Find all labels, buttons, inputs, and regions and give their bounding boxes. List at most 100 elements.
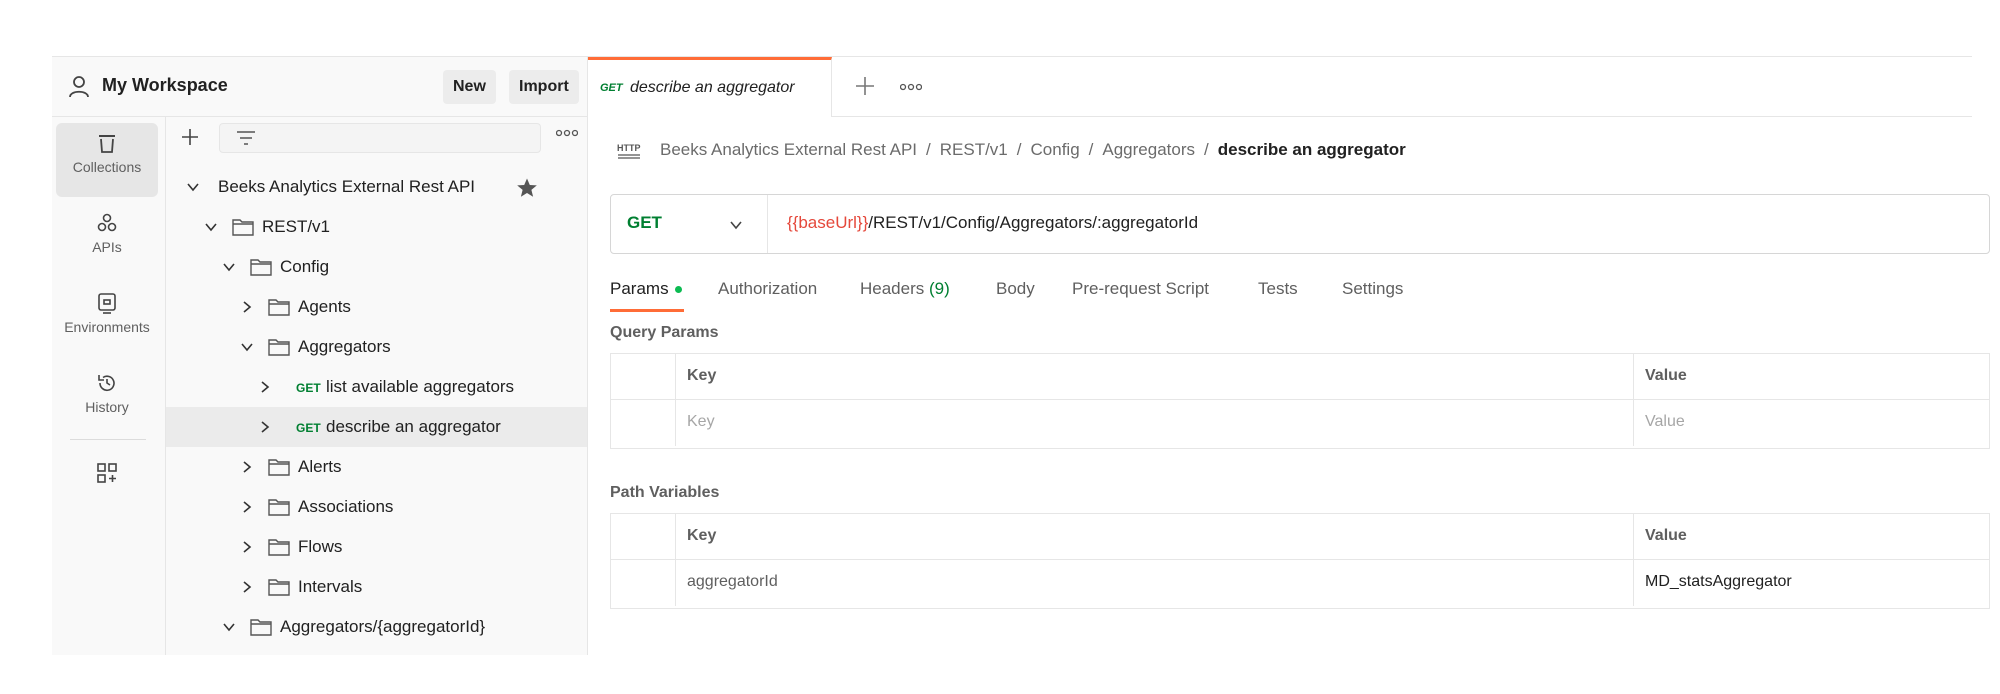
table-row: aggregatorId MD_statsAggregator — [611, 560, 1989, 606]
chevron-down-icon[interactable] — [240, 340, 254, 354]
value-header: Value — [1645, 527, 1687, 544]
workspace-header: My Workspace New Import — [52, 57, 588, 117]
headers-count: (9) — [929, 279, 950, 298]
sidebar-item-collections[interactable]: Collections — [56, 123, 158, 197]
folder-label: Flows — [298, 537, 343, 556]
filter-input[interactable] — [219, 123, 541, 153]
plus-icon[interactable] — [180, 127, 200, 147]
chevron-down-icon[interactable] — [186, 180, 200, 194]
chevron-right-icon[interactable] — [240, 300, 254, 314]
user-icon — [69, 76, 89, 98]
method-select[interactable]: GET — [611, 195, 768, 253]
filter-icon — [237, 131, 255, 145]
breadcrumb-item[interactable]: Aggregators — [1102, 140, 1195, 159]
folder-row[interactable]: REST/v1 — [166, 207, 587, 247]
sidebar-item-label: Environments — [64, 319, 150, 335]
chevron-down-icon[interactable] — [204, 220, 218, 234]
request-row[interactable]: GET list available aggregators — [166, 367, 587, 407]
breadcrumb-current[interactable]: describe an aggregator — [1218, 140, 1406, 159]
tab-prerequest-script[interactable]: Pre-request Script — [1072, 279, 1209, 299]
folder-row[interactable]: Config — [166, 247, 587, 287]
chevron-down-icon[interactable] — [222, 620, 236, 634]
import-button[interactable]: Import — [509, 70, 579, 104]
folder-row[interactable]: Flows — [166, 527, 587, 567]
new-tab-icon[interactable] — [854, 75, 876, 97]
folder-label: Aggregators/{aggregatorId} — [280, 617, 486, 636]
chevron-right-icon[interactable] — [240, 500, 254, 514]
value-column-divider — [1633, 560, 1634, 606]
breadcrumb-item[interactable]: Config — [1031, 140, 1080, 159]
request-row-selected[interactable]: GET describe an aggregator — [166, 407, 587, 447]
query-params-title: Query Params — [610, 324, 719, 341]
tab-body[interactable]: Body — [996, 279, 1035, 299]
folder-icon — [268, 339, 290, 356]
key-header: Key — [687, 527, 717, 544]
url-variable: {{baseUrl}} — [787, 213, 869, 232]
collection-tree: Beeks Analytics External Rest API REST/v… — [166, 117, 588, 655]
folder-row[interactable]: Associations — [166, 487, 587, 527]
table-row: Key Value — [611, 400, 1989, 446]
sidebar-item-environments[interactable]: Environments — [56, 283, 158, 357]
tab-params[interactable]: Params — [610, 279, 682, 299]
folder-row[interactable]: Intervals — [166, 567, 587, 607]
breadcrumb-item[interactable]: Beeks Analytics External Rest API — [660, 140, 917, 159]
rail-divider — [70, 439, 146, 440]
tab-headers-label: Headers — [860, 279, 925, 298]
path-variable-value[interactable]: MD_statsAggregator — [1645, 573, 1792, 591]
folder-row[interactable]: Aggregators — [166, 327, 587, 367]
folder-icon — [232, 219, 254, 236]
add-widget-icon — [97, 463, 117, 483]
tab-describe-aggregator[interactable]: GET describe an aggregator — [588, 57, 832, 117]
chevron-right-icon[interactable] — [240, 580, 254, 594]
chevron-right-icon[interactable] — [258, 380, 272, 394]
breadcrumb-separator: / — [1204, 140, 1209, 159]
folder-icon — [268, 539, 290, 556]
sidebar-item-history[interactable]: History — [56, 363, 158, 437]
more-options-icon[interactable] — [556, 129, 578, 137]
folder-label: Agents — [298, 297, 351, 316]
breadcrumb-separator: / — [926, 140, 931, 159]
tab-settings[interactable]: Settings — [1342, 279, 1403, 299]
chevron-right-icon[interactable] — [240, 540, 254, 554]
path-variable-key[interactable]: aggregatorId — [687, 573, 778, 591]
path-variables-table: Key Value aggregatorId MD_statsAggregato… — [610, 513, 1990, 609]
request-editor: GET describe an aggregator HTTP Beeks An… — [588, 57, 1990, 655]
query-params-table: Key Value Key Value — [610, 353, 1990, 449]
tab-tests[interactable]: Tests — [1258, 279, 1298, 299]
url-input[interactable]: {{baseUrl}}/REST/v1/Config/Aggregators/:… — [787, 213, 1198, 233]
value-input[interactable]: Value — [1645, 413, 1685, 431]
table-header-row: Key Value — [611, 354, 1989, 400]
tree-toolbar — [166, 117, 587, 161]
row-checkbox[interactable] — [611, 400, 676, 446]
key-input[interactable]: Key — [687, 413, 715, 431]
tab-title: describe an aggregator — [630, 79, 795, 96]
breadcrumb-separator: / — [1016, 140, 1022, 159]
folder-icon — [268, 459, 290, 476]
tab-headers[interactable]: Headers (9) — [860, 279, 950, 299]
table-header-row: Key Value — [611, 514, 1989, 560]
row-checkbox[interactable] — [611, 560, 676, 606]
more-tabs-icon[interactable] — [900, 83, 922, 91]
breadcrumb-item[interactable]: REST/v1 — [940, 140, 1008, 159]
trash-can-icon — [99, 135, 115, 153]
tab-authorization[interactable]: Authorization — [718, 279, 817, 299]
star-icon[interactable] — [516, 177, 538, 199]
value-column-divider — [1633, 514, 1634, 559]
collection-row[interactable]: Beeks Analytics External Rest API — [166, 167, 587, 207]
tab-active-indicator — [610, 309, 684, 312]
new-button[interactable]: New — [443, 70, 496, 104]
folder-label: REST/v1 — [262, 217, 331, 236]
chevron-right-icon[interactable] — [240, 460, 254, 474]
folder-icon — [250, 259, 272, 276]
folder-row[interactable]: Aggregators/{aggregatorId} — [166, 607, 587, 647]
request-label: describe an aggregator — [326, 417, 501, 436]
method-badge: GET — [296, 421, 321, 435]
sidebar-item-configure[interactable] — [56, 453, 158, 527]
folder-row[interactable]: Alerts — [166, 447, 587, 487]
chevron-right-icon[interactable] — [258, 420, 272, 434]
sidebar-item-label: Collections — [72, 159, 142, 175]
chevron-down-icon[interactable] — [222, 260, 236, 274]
path-variables-title: Path Variables — [610, 484, 720, 501]
sidebar-item-apis[interactable]: APIs — [56, 203, 158, 277]
folder-row[interactable]: Agents — [166, 287, 587, 327]
